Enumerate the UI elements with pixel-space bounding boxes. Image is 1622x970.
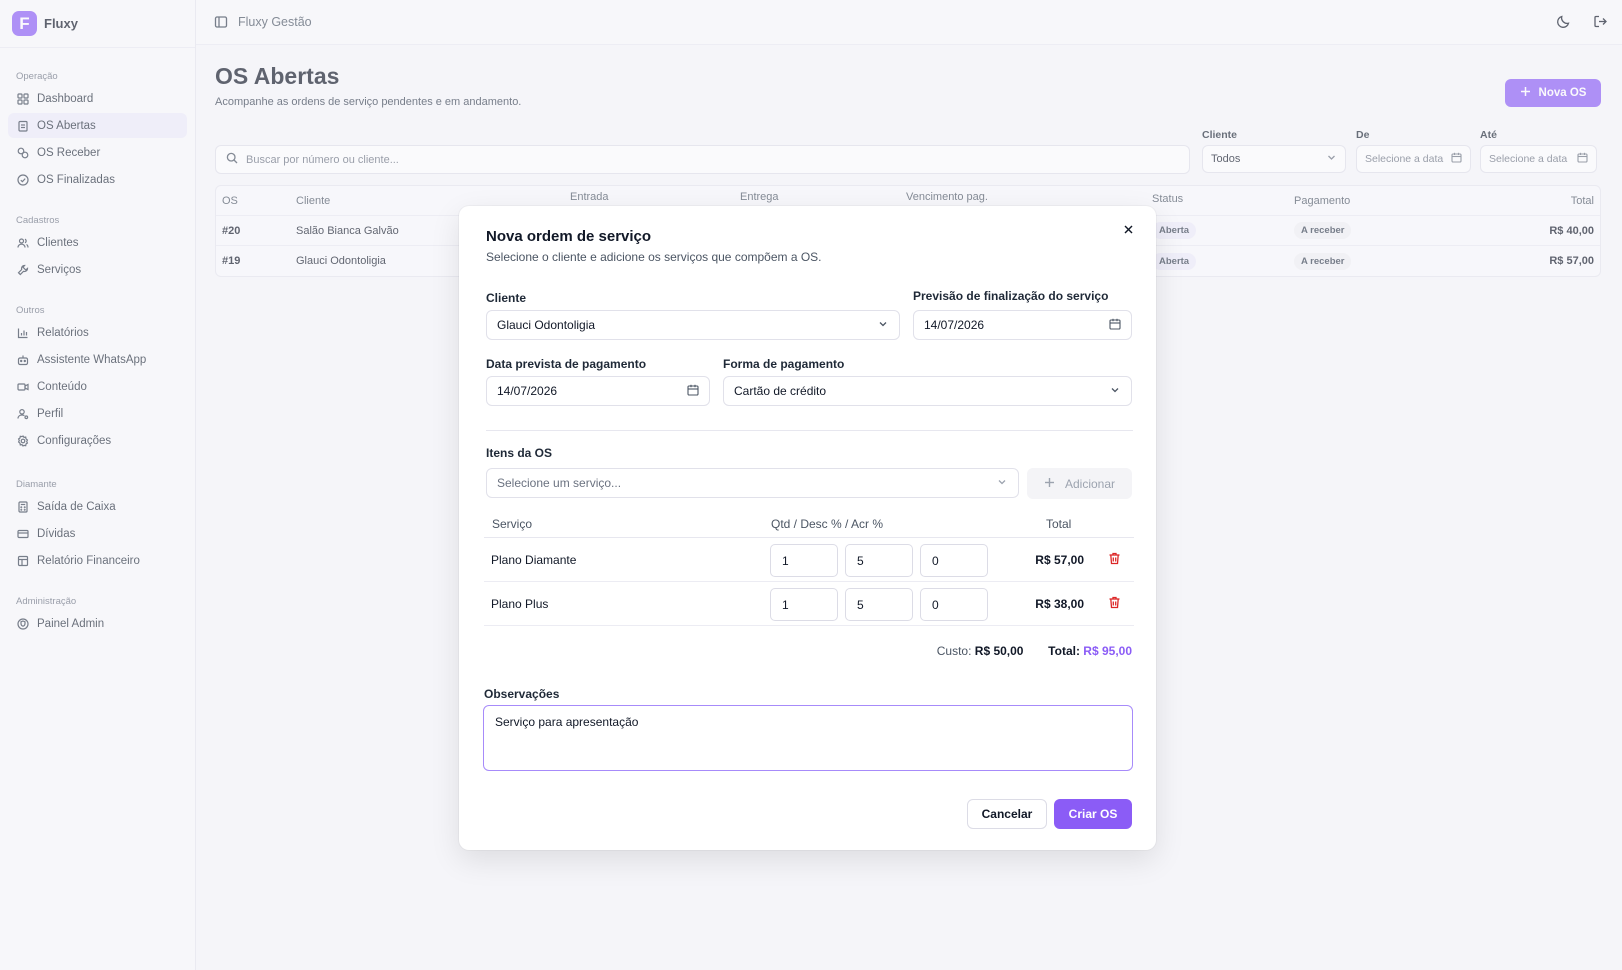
modal-divider xyxy=(486,430,1133,431)
adicionar-label: Adicionar xyxy=(1064,476,1116,491)
itens-header-row: Serviço Qtd / Desc % / Acr % Total xyxy=(484,508,1134,538)
desc-input[interactable]: 5 xyxy=(845,544,913,577)
calendar-icon xyxy=(1109,318,1121,333)
item-row: Plano Plus 1 5 0 R$ 38,00 xyxy=(484,582,1134,626)
col-servico: Serviço xyxy=(492,517,533,531)
modal-subtitle: Selecione o cliente e adicione os serviç… xyxy=(486,250,822,264)
cancel-button[interactable]: Cancelar xyxy=(967,799,1047,829)
qtd-input[interactable]: 1 xyxy=(770,544,838,577)
previsao-value: 14/07/2026 xyxy=(924,318,985,332)
observacoes-textarea[interactable]: Serviço para apresentação xyxy=(483,705,1133,771)
close-icon[interactable] xyxy=(1123,224,1137,238)
servico-select[interactable]: Selecione um serviço... xyxy=(486,468,1019,498)
servico-placeholder: Selecione um serviço... xyxy=(497,476,622,490)
qtd-input[interactable]: 1 xyxy=(770,588,838,621)
data-pagamento-label: Data prevista de pagamento xyxy=(486,357,647,371)
item-total: R$ 38,00 xyxy=(1035,597,1084,611)
col-total: Total xyxy=(1046,517,1072,531)
item-name: Plano Plus xyxy=(491,597,549,611)
calendar-icon xyxy=(687,384,699,399)
chevron-down-icon xyxy=(996,476,1008,491)
cliente-label: Cliente xyxy=(486,291,527,305)
itens-table: Serviço Qtd / Desc % / Acr % Total Plano… xyxy=(484,508,1134,626)
trash-icon[interactable] xyxy=(1108,596,1122,610)
modal-title: Nova ordem de serviço xyxy=(486,228,652,245)
previsao-label: Previsão de finalização do serviço xyxy=(913,289,1109,303)
criar-os-button[interactable]: Criar OS xyxy=(1054,799,1132,829)
forma-pagamento-label: Forma de pagamento xyxy=(723,357,845,371)
acr-input[interactable]: 0 xyxy=(920,588,988,621)
cliente-value: Glauci Odontoligia xyxy=(497,318,596,332)
trash-icon[interactable] xyxy=(1108,552,1122,566)
totals-summary: Custo: R$ 50,00 Total: R$ 95,00 xyxy=(937,644,1132,658)
previsao-date-field[interactable]: 14/07/2026 xyxy=(913,310,1132,340)
custo-value: R$ 50,00 xyxy=(974,644,1024,658)
chevron-down-icon xyxy=(877,318,889,333)
acr-input[interactable]: 0 xyxy=(920,544,988,577)
forma-pagamento-select[interactable]: Cartão de crédito xyxy=(723,376,1132,406)
col-qtd-desc-acr: Qtd / Desc % / Acr % xyxy=(771,517,884,531)
custo-label: Custo: xyxy=(936,644,972,658)
adicionar-button[interactable]: Adicionar xyxy=(1027,468,1132,499)
forma-pagamento-value: Cartão de crédito xyxy=(734,384,827,398)
plus-icon xyxy=(1044,477,1055,491)
item-name: Plano Diamante xyxy=(491,553,577,567)
total-value: R$ 95,00 xyxy=(1083,644,1132,658)
data-pagamento-value: 14/07/2026 xyxy=(497,384,558,398)
item-total: R$ 57,00 xyxy=(1035,553,1084,567)
desc-input[interactable]: 5 xyxy=(845,588,913,621)
data-pagamento-field[interactable]: 14/07/2026 xyxy=(486,376,710,406)
chevron-down-icon xyxy=(1109,384,1121,399)
observacoes-label: Observações xyxy=(484,687,560,701)
itens-label: Itens da OS xyxy=(486,446,553,460)
nova-os-modal: Nova ordem de serviço Selecione o client… xyxy=(459,206,1156,850)
total-label: Total: xyxy=(1048,644,1080,658)
cliente-select[interactable]: Glauci Odontoligia xyxy=(486,310,900,340)
item-row: Plano Diamante 1 5 0 R$ 57,00 xyxy=(484,538,1134,582)
